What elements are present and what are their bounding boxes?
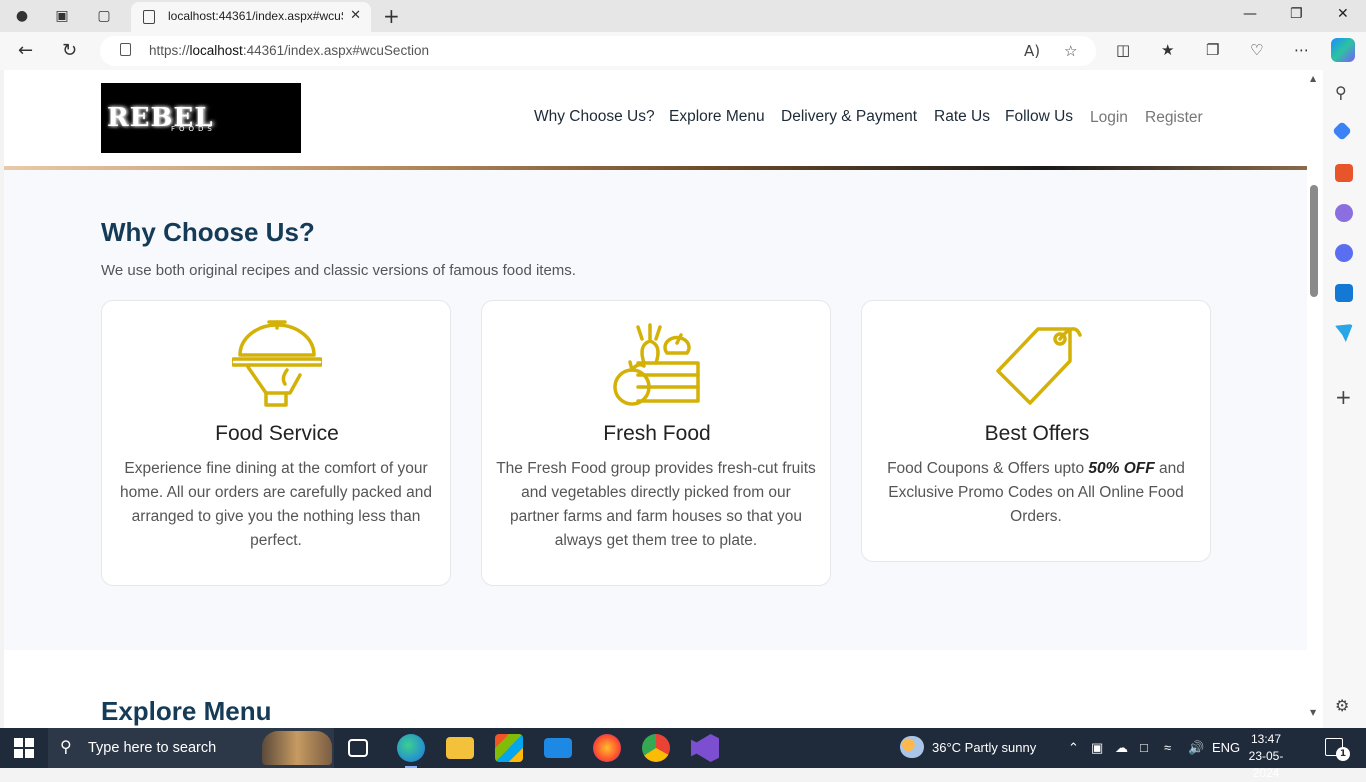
- close-tab-icon[interactable]: ✕: [350, 8, 361, 23]
- clock-time: 13:47: [1250, 732, 1282, 746]
- cloche-icon: [232, 320, 322, 407]
- login-link[interactable]: Login: [1090, 109, 1128, 127]
- browser-essentials-icon[interactable]: ♡: [1250, 41, 1263, 59]
- more-menu-icon[interactable]: ⋯: [1294, 41, 1309, 59]
- refresh-icon[interactable]: ↻: [62, 40, 77, 61]
- feature-card-food-service: Food Service Experience fine dining at t…: [101, 300, 451, 586]
- profile-icon[interactable]: ●: [12, 6, 32, 26]
- sidebar-search-icon[interactable]: ⚲: [1335, 83, 1353, 102]
- browser-tab-active[interactable]: localhost:44361/index.aspx#wcuS ✕: [131, 2, 371, 32]
- card-title: Best Offers: [984, 422, 1090, 445]
- page-viewport: REBEL FOODS Why Choose Us? Explore Menu …: [4, 70, 1307, 728]
- show-hidden-icons-icon[interactable]: ⌃: [1068, 740, 1079, 756]
- fruit-basket-icon: [613, 323, 700, 406]
- nav-rate-us[interactable]: Rate Us: [934, 108, 990, 126]
- discount-highlight: 50% OFF: [1088, 460, 1155, 477]
- scroll-up-icon[interactable]: ▲: [1310, 74, 1316, 83]
- volume-icon[interactable]: 🔊: [1188, 740, 1204, 756]
- page-scrollbar[interactable]: ▲ ▼: [1307, 70, 1323, 728]
- site-logo[interactable]: REBEL FOODS: [101, 83, 301, 153]
- tools-icon[interactable]: [1335, 164, 1353, 182]
- edge-sidebar: ⚲ + ⚙: [1323, 70, 1366, 728]
- collections-icon[interactable]: ❐: [1206, 41, 1219, 59]
- system-clock[interactable]: 13:47 23-05-2024: [1236, 731, 1296, 782]
- workspaces-icon[interactable]: ▣: [52, 6, 72, 26]
- outlook-icon[interactable]: [1335, 284, 1353, 302]
- site-header: REBEL FOODS Why Choose Us? Explore Menu …: [4, 70, 1307, 166]
- firefox-icon[interactable]: [593, 734, 621, 762]
- card-title: Fresh Food: [603, 422, 711, 445]
- weather-text[interactable]: 36°C Partly sunny: [932, 740, 1036, 755]
- card-text: The Fresh Food group provides fresh-cut …: [496, 460, 816, 549]
- nav-why-choose-us[interactable]: Why Choose Us?: [534, 108, 655, 126]
- send-icon[interactable]: [1335, 324, 1353, 342]
- card-text: Experience fine dining at the comfort of…: [120, 460, 432, 549]
- clock-date: 23-05-2024: [1248, 749, 1284, 780]
- taskbar-search[interactable]: ⚲ Type here to search: [48, 728, 334, 768]
- device-icon[interactable]: ▣: [1091, 740, 1103, 756]
- copilot-icon[interactable]: [1331, 38, 1355, 62]
- search-icon: ⚲: [60, 737, 72, 756]
- onedrive-icon[interactable]: ☁: [1115, 740, 1128, 756]
- section-title: Explore Menu: [101, 696, 272, 726]
- mail-icon[interactable]: [544, 738, 572, 758]
- microsoft365-icon[interactable]: [1335, 244, 1353, 262]
- why-choose-us-section: Why Choose Us? We use both original reci…: [4, 170, 1307, 650]
- register-link[interactable]: Register: [1145, 109, 1203, 127]
- new-tab-icon[interactable]: +: [383, 4, 400, 28]
- address-bar[interactable]: https://localhost:44361/index.aspx#wcuSe…: [100, 36, 1096, 66]
- edge-app-icon[interactable]: [397, 734, 425, 768]
- favorites-icon[interactable]: ★: [1161, 41, 1174, 59]
- task-view-icon[interactable]: [348, 739, 368, 757]
- notification-icon[interactable]: 1: [1325, 738, 1350, 761]
- tab-title: localhost:44361/index.aspx#wcuS: [168, 9, 343, 23]
- scroll-down-icon[interactable]: ▼: [1310, 708, 1316, 717]
- shopping-tag-icon[interactable]: [1332, 121, 1352, 141]
- camera-icon[interactable]: □: [1140, 740, 1148, 755]
- minimize-icon[interactable]: —: [1243, 6, 1257, 22]
- page-favicon-icon: [143, 10, 155, 24]
- chrome-icon[interactable]: [642, 734, 670, 762]
- notification-count: 1: [1336, 747, 1350, 761]
- games-icon[interactable]: [1335, 204, 1353, 222]
- nav-delivery-payment[interactable]: Delivery & Payment: [781, 108, 917, 126]
- tab-actions-icon[interactable]: ▢: [94, 6, 114, 26]
- browser-tabbar: ● ▣ ▢ localhost:44361/index.aspx#wcuS ✕ …: [0, 0, 1366, 32]
- start-button[interactable]: [14, 738, 34, 758]
- scrollbar-thumb[interactable]: [1310, 185, 1318, 297]
- explore-menu-section: Explore Menu: [4, 650, 1307, 728]
- windows-taskbar: ⚲ Type here to search 36°C Partly sunny …: [0, 728, 1366, 780]
- section-title: Why Choose Us?: [101, 217, 315, 247]
- favorite-star-icon[interactable]: ☆: [1064, 42, 1077, 60]
- section-lead: We use both original recipes and classic…: [101, 262, 576, 279]
- feature-card-fresh-food: Fresh Food The Fresh Food group provides…: [481, 300, 831, 586]
- lock-icon: [120, 43, 131, 56]
- feature-card-best-offers: Best Offers Food Coupons & Offers upto 5…: [861, 300, 1211, 562]
- weather-icon[interactable]: [900, 736, 924, 758]
- logo-subtext: FOODS: [171, 125, 216, 133]
- wifi-icon[interactable]: ≈: [1164, 740, 1171, 755]
- sidebar-settings-icon[interactable]: ⚙: [1335, 696, 1353, 715]
- address-url[interactable]: https://localhost:44361/index.aspx#wcuSe…: [149, 43, 429, 58]
- back-icon[interactable]: ←: [18, 40, 33, 61]
- close-window-icon[interactable]: ✕: [1337, 6, 1349, 22]
- browser-toolbar: ← ↻ https://localhost:44361/index.aspx#w…: [0, 32, 1366, 70]
- nav-explore-menu[interactable]: Explore Menu: [669, 108, 765, 126]
- price-tag-icon: [996, 327, 1082, 405]
- restore-icon[interactable]: ❐: [1290, 6, 1303, 22]
- nav-follow-us[interactable]: Follow Us: [1005, 108, 1073, 126]
- visual-studio-icon[interactable]: [691, 734, 719, 762]
- read-aloud-icon[interactable]: A): [1024, 42, 1040, 60]
- add-sidebar-icon[interactable]: +: [1335, 387, 1353, 407]
- store-icon[interactable]: [495, 734, 523, 762]
- search-highlight-image: [262, 731, 332, 765]
- card-title: Food Service: [215, 422, 339, 445]
- card-text: Food Coupons & Offers upto 50% OFF and E…: [887, 460, 1185, 525]
- split-screen-icon[interactable]: ◫: [1116, 41, 1130, 59]
- search-placeholder: Type here to search: [88, 740, 217, 756]
- file-explorer-icon[interactable]: [446, 737, 474, 759]
